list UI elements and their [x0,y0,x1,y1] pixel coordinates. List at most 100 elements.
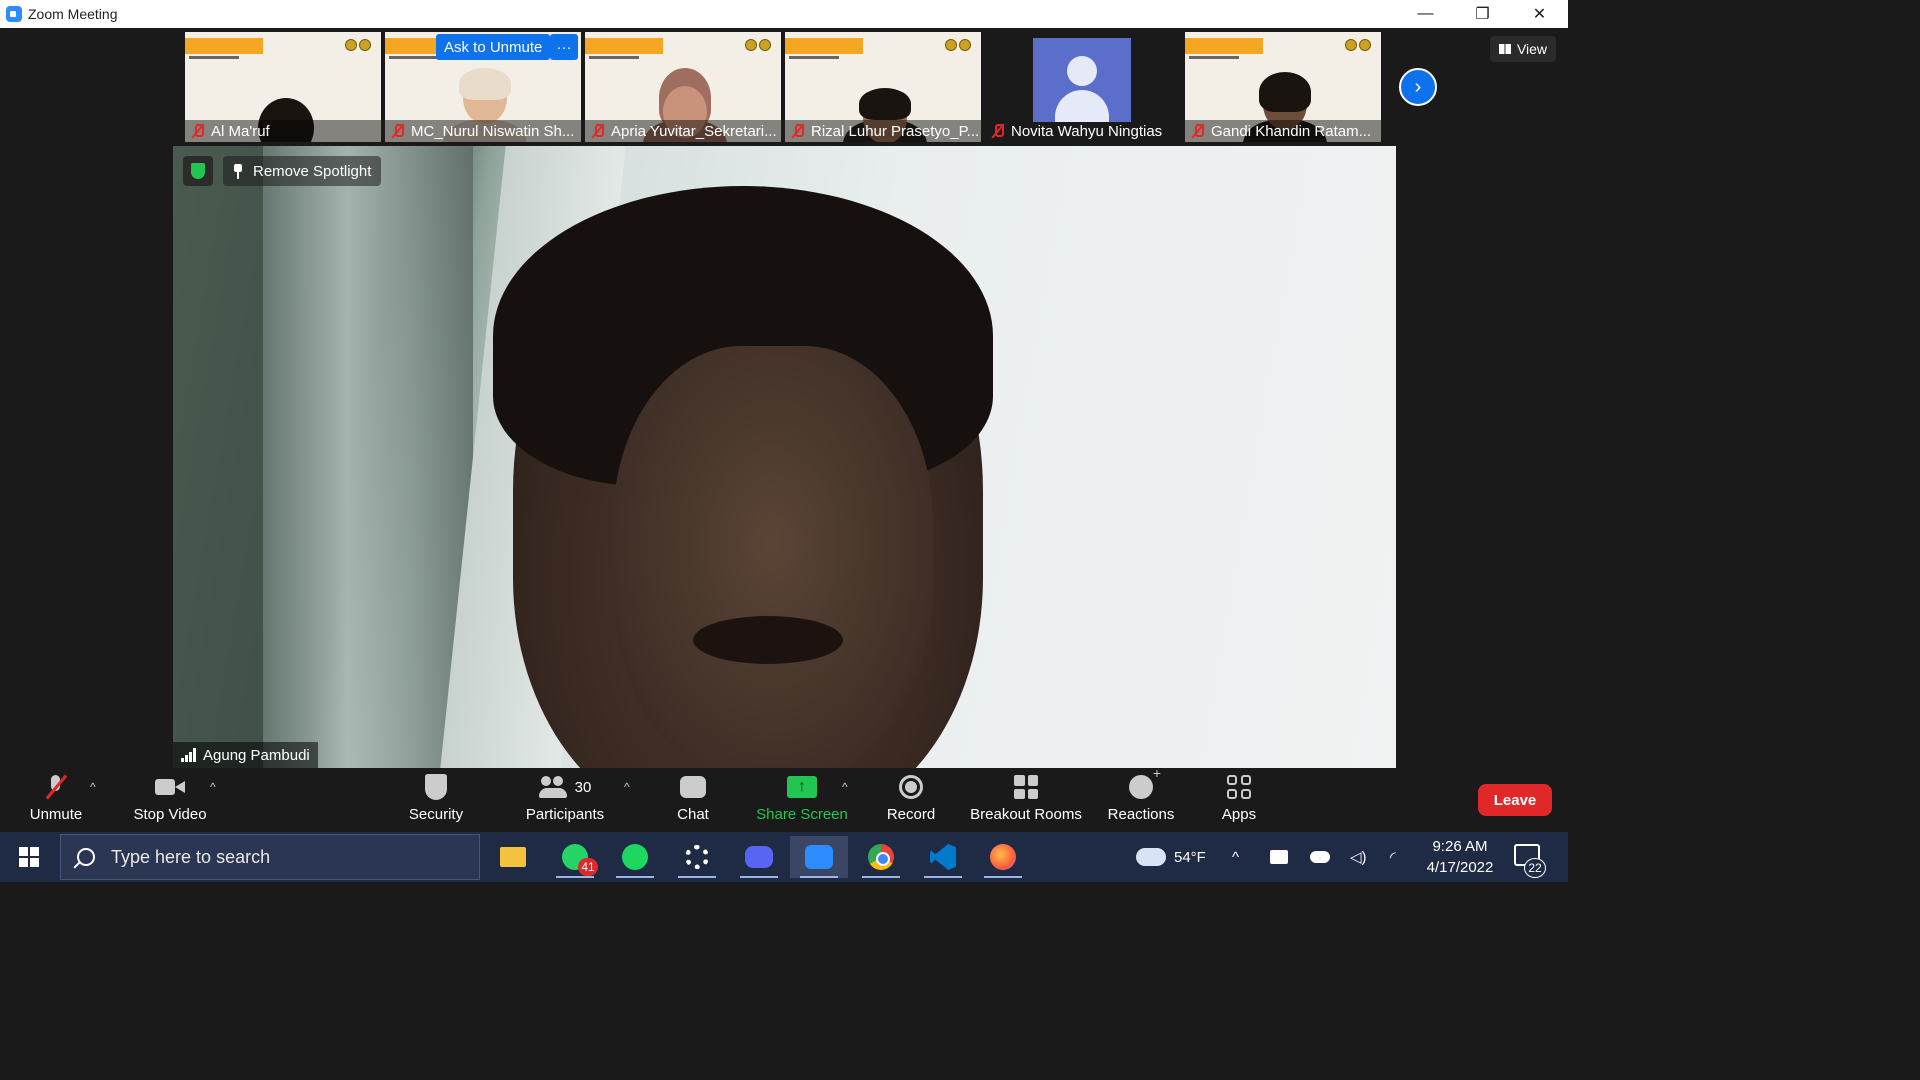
whatsapp-taskbar-button[interactable]: 41 [546,836,604,878]
record-button[interactable]: Record [884,772,938,828]
share-options-caret-icon[interactable]: ^ [842,780,848,794]
record-label: Record [886,806,936,823]
remove-spotlight-button[interactable]: Remove Spotlight [223,156,382,186]
taskbar-clock[interactable]: 9:26 AM 4/17/2022 [1418,836,1502,878]
breakout-rooms-label: Breakout Rooms [970,806,1082,823]
logo-icon [345,39,357,51]
zoom-taskbar-button[interactable] [790,836,848,878]
breakout-rooms-button[interactable]: Breakout Rooms [968,772,1084,828]
speaker-name: Agung Pambudi [203,746,310,764]
onedrive-cloud-icon [1310,851,1330,863]
background-curtain [263,146,473,768]
leave-button[interactable]: Leave [1478,784,1552,816]
security-button[interactable]: Security [405,772,467,828]
spotify-taskbar-button[interactable] [606,836,664,878]
logo-icon [1345,39,1357,51]
video-options-caret-icon[interactable]: ^ [210,780,216,794]
close-button[interactable]: ✕ [1511,0,1568,28]
participant-name: Apria Yuvitar_Sekretari... [611,122,777,140]
participant-name-bar: Rizal Luhur Prasetyo_P... [785,120,981,142]
whatsapp-icon: 41 [562,844,598,876]
reactions-button[interactable]: Reactions [1104,765,1178,828]
zoom-window: Zoom Meeting — ❐ ✕ Al Ma'ruf MC_Nurul Ni… [0,0,1568,882]
reaction-smiley-icon [1129,765,1161,799]
network-tray-button[interactable]: ◜ [1390,832,1396,882]
participant-tile[interactable]: Al Ma'ruf [185,32,381,142]
cloud-icon [1136,848,1166,866]
apps-label: Apps [1221,806,1257,823]
muted-mic-icon [391,123,405,139]
stop-video-label: Stop Video [133,806,207,823]
reactions-label: Reactions [1107,806,1175,823]
participants-button[interactable]: 30 Participants [522,772,608,828]
participant-name-bar: Novita Wahyu Ningtias [985,120,1181,142]
logo-icon [359,39,371,51]
shield-icon [425,774,447,800]
logo-icon [745,39,757,51]
next-page-arrow-icon[interactable]: › [1399,68,1437,106]
ask-to-unmute-button[interactable]: Ask to Unmute [436,34,551,60]
grid-view-icon [1498,44,1511,54]
view-button[interactable]: View [1490,36,1556,62]
file-explorer-taskbar-button[interactable] [484,836,542,878]
volume-tray-button[interactable]: ◁) [1350,832,1367,882]
windows-taskbar: Type here to search 41 54°F ^ ◁) ◜ 9:26 … [0,832,1568,882]
banner-subtitle [189,56,239,59]
search-icon [77,848,95,866]
chevron-up-icon: ^ [1232,848,1240,866]
apps-button[interactable]: Apps [1218,772,1260,828]
security-label: Security [408,806,464,823]
participant-name: Rizal Luhur Prasetyo_P... [811,122,980,140]
discord-taskbar-button[interactable] [730,836,788,878]
participants-icon [538,776,569,798]
chrome-taskbar-button[interactable] [852,836,910,878]
minimize-button[interactable]: — [1397,0,1454,28]
more-options-button[interactable]: ··· [550,34,578,60]
zoom-icon [805,845,833,869]
logo-badges [343,38,373,51]
vscode-icon [930,844,956,870]
chat-button[interactable]: Chat [672,772,714,828]
vscode-taskbar-button[interactable] [914,836,972,878]
speaker-mouth [693,616,843,664]
battery-tray-button[interactable] [1270,832,1288,882]
show-hidden-icons-button[interactable]: ^ [1232,832,1239,882]
unmute-button[interactable]: Unmute [26,772,86,828]
participant-tile[interactable]: Novita Wahyu Ningtias [985,32,1181,142]
clock-time: 9:26 AM [1432,838,1488,855]
share-arrow-icon: ↑ [787,776,817,798]
event-banner [1185,38,1263,54]
participant-name: Al Ma'ruf [211,122,270,140]
audio-options-caret-icon[interactable]: ^ [90,780,96,794]
restore-button[interactable]: ❐ [1454,0,1511,28]
participant-tile[interactable]: Apria Yuvitar_Sekretari... [585,32,781,142]
weather-widget[interactable]: 54°F [1136,832,1206,882]
firefox-icon [990,844,1016,870]
settings-taskbar-button[interactable] [668,836,726,878]
muted-mic-icon [791,123,805,139]
search-placeholder: Type here to search [111,846,271,867]
onedrive-tray-button[interactable] [1310,832,1330,882]
view-label: View [1516,41,1548,57]
muted-mic-icon [591,123,605,139]
zoom-app-icon [6,6,22,22]
remove-spotlight-label: Remove Spotlight [253,162,372,180]
participant-name-bar: Al Ma'ruf [185,120,381,142]
stop-video-button[interactable]: Stop Video [130,772,210,828]
encryption-shield-icon[interactable] [183,156,213,186]
muted-mic-icon [991,123,1005,139]
participant-tile[interactable]: Rizal Luhur Prasetyo_P... [785,32,981,142]
event-banner [585,38,663,54]
taskbar-search-input[interactable]: Type here to search [60,834,480,880]
start-button[interactable] [0,832,58,882]
share-screen-button[interactable]: ↑ Share Screen [756,772,848,828]
discord-icon [745,846,773,868]
logo-icon [945,39,957,51]
spotlight-video[interactable]: Remove Spotlight Agung Pambudi [173,146,1396,768]
participants-options-caret-icon[interactable]: ^ [624,780,630,794]
participant-tile[interactable]: Gandi Khandin Ratam... [1185,32,1381,142]
muted-mic-icon [191,123,205,139]
spotify-icon [622,844,648,870]
meeting-toolbar: Unmute ^ Stop Video ^ Security 30 Partic… [0,765,1568,832]
firefox-taskbar-button[interactable] [974,836,1032,878]
